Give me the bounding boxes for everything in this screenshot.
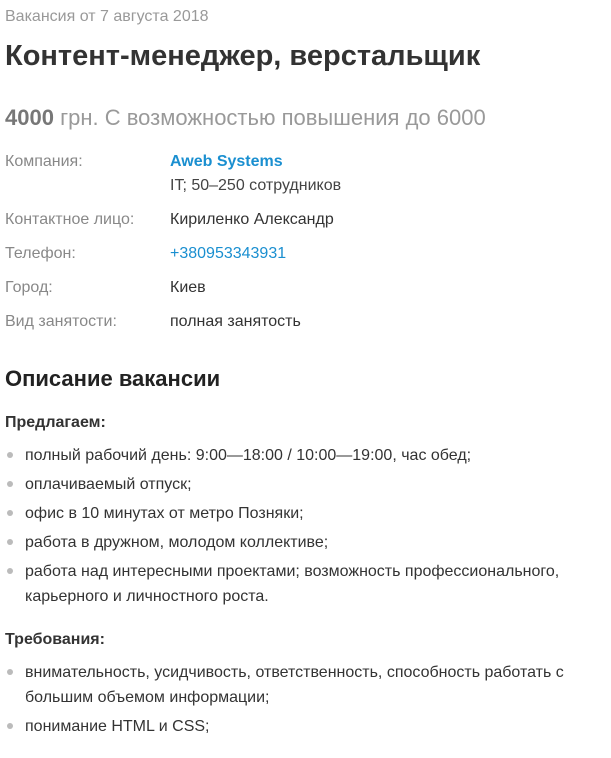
city-value: Киев bbox=[170, 279, 206, 296]
posted-date: Вакансия от 7 августа 2018 bbox=[5, 8, 209, 25]
bullet-icon bbox=[7, 452, 13, 458]
offer-list: полный рабочий день: 9:00—18:00 / 10:00—… bbox=[5, 443, 601, 613]
detail-row-city: Город: Киев bbox=[5, 276, 601, 310]
vacancy-title: Контент-менеджер, верстальщик bbox=[5, 40, 481, 72]
list-item: офис в 10 минутах от метро Позняки; bbox=[5, 501, 601, 526]
bullet-icon bbox=[7, 481, 13, 487]
employment-value: полная занятость bbox=[170, 313, 301, 330]
vacancy-details: Компания: Aweb Systems IT; 50–250 сотруд… bbox=[5, 150, 601, 344]
bullet-icon bbox=[7, 539, 13, 545]
detail-row-employment: Вид занятости: полная занятость bbox=[5, 310, 601, 344]
list-item: оплачиваемый отпуск; bbox=[5, 472, 601, 497]
company-label: Компания: bbox=[5, 153, 83, 170]
description-title: Описание вакансии bbox=[5, 366, 221, 391]
city-label: Город: bbox=[5, 279, 53, 296]
bullet-icon bbox=[7, 568, 13, 574]
list-item-text: работа над интересными проектами; возмож… bbox=[25, 563, 560, 605]
bullet-icon bbox=[7, 510, 13, 516]
phone-label: Телефон: bbox=[5, 245, 76, 262]
contact-value: Кириленко Александр bbox=[170, 211, 334, 228]
bullet-icon bbox=[7, 723, 13, 729]
list-item: работа над интересными проектами; возмож… bbox=[5, 559, 601, 609]
salary: 4000 грн. С возможностью повышения до 60… bbox=[5, 104, 486, 132]
list-item-text: офис в 10 минутах от метро Позняки; bbox=[25, 505, 304, 522]
contact-label: Контактное лицо: bbox=[5, 211, 135, 228]
list-item-text: оплачиваемый отпуск; bbox=[25, 476, 192, 493]
requirements-title: Требования: bbox=[5, 631, 105, 648]
company-value: Aweb Systems IT; 50–250 сотрудников bbox=[170, 150, 341, 198]
detail-row-phone: Телефон: +380953343931 bbox=[5, 242, 601, 276]
list-item: понимание HTML и CSS; bbox=[5, 714, 601, 739]
phone-link[interactable]: +380953343931 bbox=[170, 245, 286, 262]
phone-value: +380953343931 bbox=[170, 242, 286, 266]
bullet-icon bbox=[7, 669, 13, 675]
salary-description: грн. С возможностью повышения до 6000 bbox=[53, 105, 486, 130]
company-info: IT; 50–250 сотрудников bbox=[170, 177, 342, 194]
vacancy-page: Вакансия от 7 августа 2018 Контент-менед… bbox=[0, 0, 611, 758]
salary-amount: 4000 bbox=[5, 105, 54, 130]
list-item: работа в дружном, молодом коллективе; bbox=[5, 530, 601, 555]
employment-label: Вид занятости: bbox=[5, 313, 117, 330]
requirements-list: внимательность, усидчивость, ответственн… bbox=[5, 660, 601, 743]
detail-row-contact: Контактное лицо: Кириленко Александр bbox=[5, 208, 601, 242]
list-item-text: внимательность, усидчивость, ответственн… bbox=[25, 664, 564, 706]
list-item-text: полный рабочий день: 9:00—18:00 / 10:00—… bbox=[25, 447, 472, 464]
list-item: внимательность, усидчивость, ответственн… bbox=[5, 660, 601, 710]
offer-title: Предлагаем: bbox=[5, 414, 106, 431]
company-link[interactable]: Aweb Systems bbox=[170, 153, 283, 170]
list-item: полный рабочий день: 9:00—18:00 / 10:00—… bbox=[5, 443, 601, 468]
list-item-text: работа в дружном, молодом коллективе; bbox=[25, 534, 329, 551]
detail-row-company: Компания: Aweb Systems IT; 50–250 сотруд… bbox=[5, 150, 601, 208]
list-item-text: понимание HTML и CSS; bbox=[25, 718, 210, 735]
